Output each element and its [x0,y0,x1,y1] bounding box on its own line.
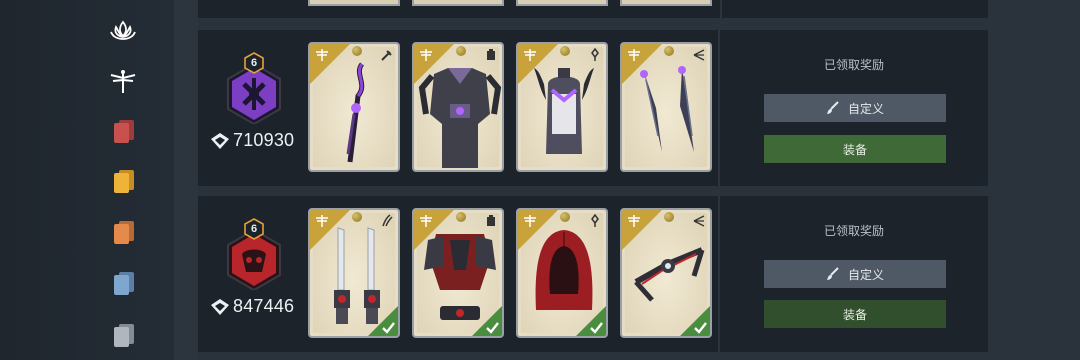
card-stack-gray-icon[interactable] [108,320,138,350]
score: 710930 [210,130,294,151]
card-stack-orange-icon[interactable] [108,217,138,247]
sidebar [0,0,174,360]
loadout-actions: 已领取奖励 自定义 装备 [720,30,988,186]
customize-label: 自定义 [847,101,884,116]
item-card[interactable] [516,42,608,172]
gold-dot [352,46,362,56]
loadout-summary: 6 847446 [198,196,306,352]
weapon-slot-icon [382,214,393,227]
score: 847446 [210,296,294,317]
card-stack-red-icon[interactable] [108,116,138,146]
card-stack-blue-icon[interactable] [108,268,138,298]
gold-dot [560,212,570,222]
rarity-corner [310,210,350,250]
equipped-check-icon [576,306,606,336]
item-card[interactable] [308,42,400,172]
gold-dot [456,46,466,56]
equip-label: 装备 [842,307,867,322]
level-number: 6 [250,57,258,69]
rarity-corner [414,210,454,250]
rarity-corner [518,44,558,84]
head-slot-icon [591,214,599,227]
item-card[interactable] [412,42,504,172]
loadout-row: 6 710930 已领取奖励 自定义 装备 [198,30,988,186]
offhand-slot-icon [693,49,705,61]
reward-status: 已领取奖励 [823,58,884,72]
item-card[interactable] [412,208,504,338]
item-card[interactable] [516,208,608,338]
level-number: 6 [250,223,258,235]
customize-button[interactable]: 自定义 [764,94,946,122]
rarity-corner [622,44,662,84]
customize-button[interactable]: 自定义 [764,260,946,288]
gem-icon [211,298,229,315]
class-emblem: 6 [224,218,284,290]
chest-slot-icon [487,49,495,60]
level-badge: 6 [243,52,265,74]
brush-icon [826,267,839,280]
equip-label: 装备 [842,142,867,157]
rarity-corner [310,44,350,84]
equip-button[interactable]: 装备 [764,135,946,163]
equipped-check-icon [472,306,502,336]
gold-dot [560,46,570,56]
card-stack-yellow-icon[interactable] [108,166,138,196]
rarity-corner [518,210,558,250]
gold-dot [456,212,466,222]
loadout-row: 6 847446 已领取奖励 自定义 装备 [198,196,988,352]
item-card[interactable] [620,208,712,338]
rarity-corner [414,44,454,84]
score-value: 847446 [233,296,295,316]
equipped-check-icon [680,306,710,336]
weapon-slot-icon [381,50,392,61]
rarity-corner [622,210,662,250]
lotus-icon[interactable] [108,16,138,46]
previous-loadout-row [198,0,988,18]
head-slot-icon [591,48,599,61]
item-card[interactable] [308,208,400,338]
gold-dot [664,212,674,222]
content-gutter [174,0,198,360]
class-emblem: 6 [224,52,284,124]
offhand-slot-icon [693,215,705,227]
customize-label: 自定义 [847,267,884,282]
gem-icon [211,132,229,149]
level-badge: 6 [243,218,265,240]
equip-button[interactable]: 装备 [764,300,946,328]
gold-dot [352,212,362,222]
loadout-actions: 已领取奖励 自定义 装备 [720,196,988,352]
loadout-summary: 6 710930 [198,30,306,186]
brush-icon [826,101,839,114]
chest-slot-icon [487,215,495,226]
item-card[interactable] [620,42,712,172]
reward-status: 已领取奖励 [823,224,884,238]
equipped-check-icon [368,306,398,336]
gold-dot [664,46,674,56]
dragonfly-icon[interactable] [108,66,138,96]
score-value: 710930 [233,130,295,150]
